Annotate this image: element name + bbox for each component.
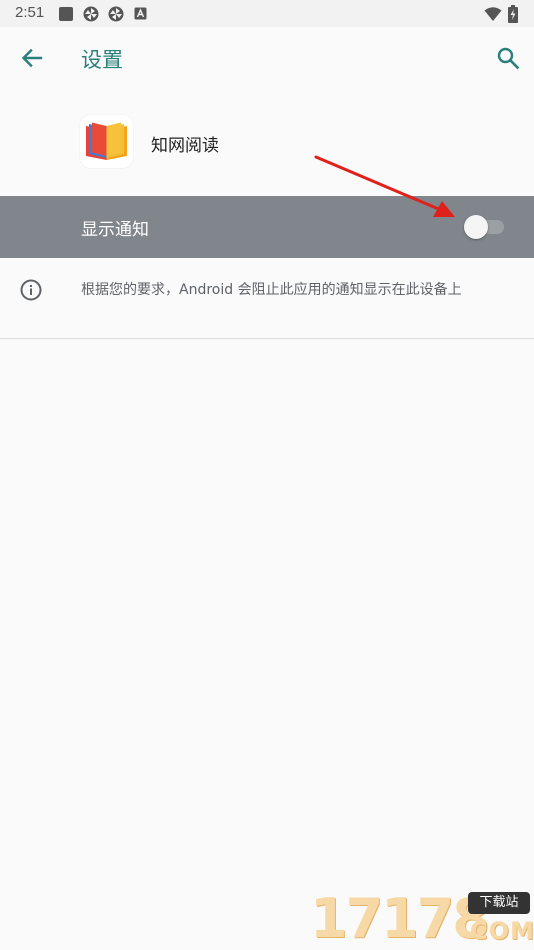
info-icon bbox=[20, 279, 42, 301]
a-letter-icon bbox=[134, 7, 147, 20]
status-bar: 2:51 bbox=[0, 0, 534, 27]
settings-screen: 2:51 设置 知网阅读 显示通知 根据您的要求，Android 会阻止此应用的… bbox=[0, 0, 534, 950]
square-notification-icon bbox=[59, 7, 73, 21]
app-name: 知网阅读 bbox=[151, 136, 219, 156]
blocked-info-row: 根据您的要求，Android 会阻止此应用的通知显示在此设备上 bbox=[0, 258, 534, 339]
app-logo bbox=[80, 115, 133, 168]
divider bbox=[0, 338, 534, 339]
watermark-suffix: COM bbox=[470, 917, 534, 945]
app-header: 知网阅读 bbox=[0, 89, 534, 196]
show-notifications-row[interactable]: 显示通知 bbox=[0, 196, 534, 258]
arrow-left-icon[interactable] bbox=[18, 44, 46, 72]
watermark: 17178 下载站 COM bbox=[310, 888, 534, 950]
search-icon[interactable] bbox=[494, 44, 522, 72]
app-bar: 设置 bbox=[0, 27, 534, 89]
show-notifications-toggle[interactable] bbox=[464, 215, 506, 239]
status-time: 2:51 bbox=[15, 4, 45, 21]
blocked-info-text: 根据您的要求，Android 会阻止此应用的通知显示在此设备上 bbox=[81, 282, 462, 298]
open-book-icon bbox=[86, 122, 127, 160]
toggle-thumb bbox=[464, 215, 488, 239]
show-notifications-label: 显示通知 bbox=[81, 220, 149, 240]
battery-charging-icon bbox=[508, 5, 518, 23]
page-title: 设置 bbox=[81, 48, 123, 72]
wifi-icon bbox=[484, 7, 502, 21]
pinwheel-icon bbox=[83, 6, 99, 22]
pinwheel-icon bbox=[108, 6, 124, 22]
watermark-digits: 17178 bbox=[310, 887, 490, 950]
watermark-badge: 下载站 bbox=[468, 892, 530, 914]
